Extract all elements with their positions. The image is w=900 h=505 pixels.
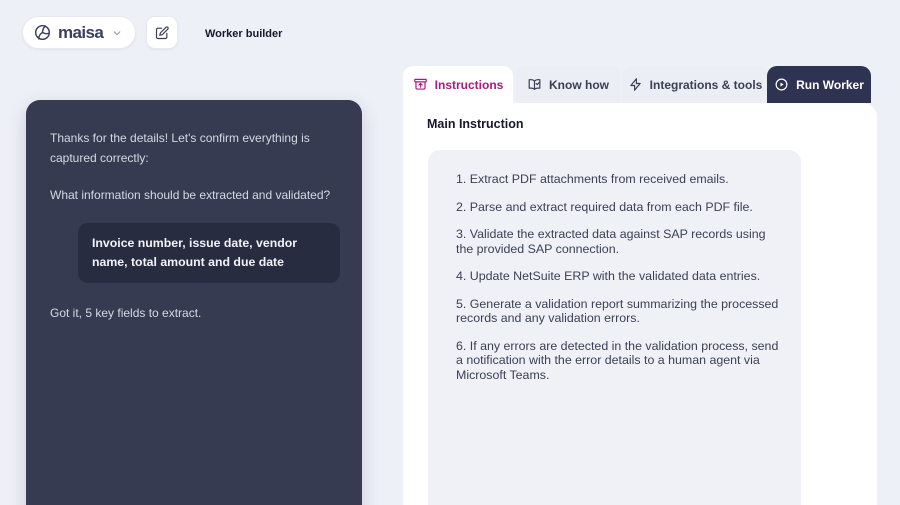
- play-circle-icon: [774, 77, 789, 92]
- worker-builder-label: Worker builder: [205, 28, 282, 40]
- tab-integrations-tools[interactable]: Integrations & tools: [623, 66, 767, 103]
- user-message-bubble: Invoice number, issue date, vendor name,…: [78, 223, 340, 283]
- assistant-message: What information should be extracted and…: [50, 185, 340, 205]
- assistant-message: Thanks for the details! Let's confirm ev…: [50, 128, 340, 168]
- tray-arrow-up-icon: [413, 77, 428, 92]
- run-worker-button[interactable]: Run Worker: [767, 66, 871, 103]
- logo-wordmark: maisa: [58, 24, 103, 41]
- tab-label: Run Worker: [796, 78, 864, 92]
- new-worker-button[interactable]: [146, 16, 178, 49]
- instruction-card: 1. Extract PDF attachments from received…: [428, 150, 801, 505]
- tab-label: Instructions: [435, 78, 504, 92]
- tab-label: Know how: [549, 78, 609, 92]
- instruction-step: 1. Extract PDF attachments from received…: [456, 172, 781, 187]
- chevron-down-icon: [111, 27, 123, 39]
- instructions-panel: Main Instruction 1. Extract PDF attachme…: [403, 103, 877, 505]
- bolt-icon: [628, 77, 643, 92]
- workspace-switcher-button[interactable]: maisa: [22, 16, 136, 49]
- tab-instructions[interactable]: Instructions: [403, 66, 513, 103]
- instruction-step: 3. Validate the extracted data against S…: [456, 227, 781, 256]
- chat-panel: Thanks for the details! Let's confirm ev…: [26, 100, 362, 505]
- maisa-logo-icon: [33, 23, 52, 42]
- tab-know-how[interactable]: Know how: [516, 66, 620, 103]
- instruction-step: 4. Update NetSuite ERP with the validate…: [456, 269, 781, 284]
- book-check-icon: [527, 77, 542, 92]
- instruction-step: 6. If any errors are detected in the val…: [456, 339, 781, 383]
- instruction-step: 5. Generate a validation report summariz…: [456, 297, 781, 326]
- main-instruction-title: Main Instruction: [427, 117, 524, 131]
- pencil-square-icon: [154, 25, 170, 41]
- assistant-message: Got it, 5 key fields to extract.: [50, 303, 340, 323]
- instruction-step: 2. Parse and extract required data from …: [456, 200, 781, 215]
- tab-label: Integrations & tools: [650, 78, 763, 92]
